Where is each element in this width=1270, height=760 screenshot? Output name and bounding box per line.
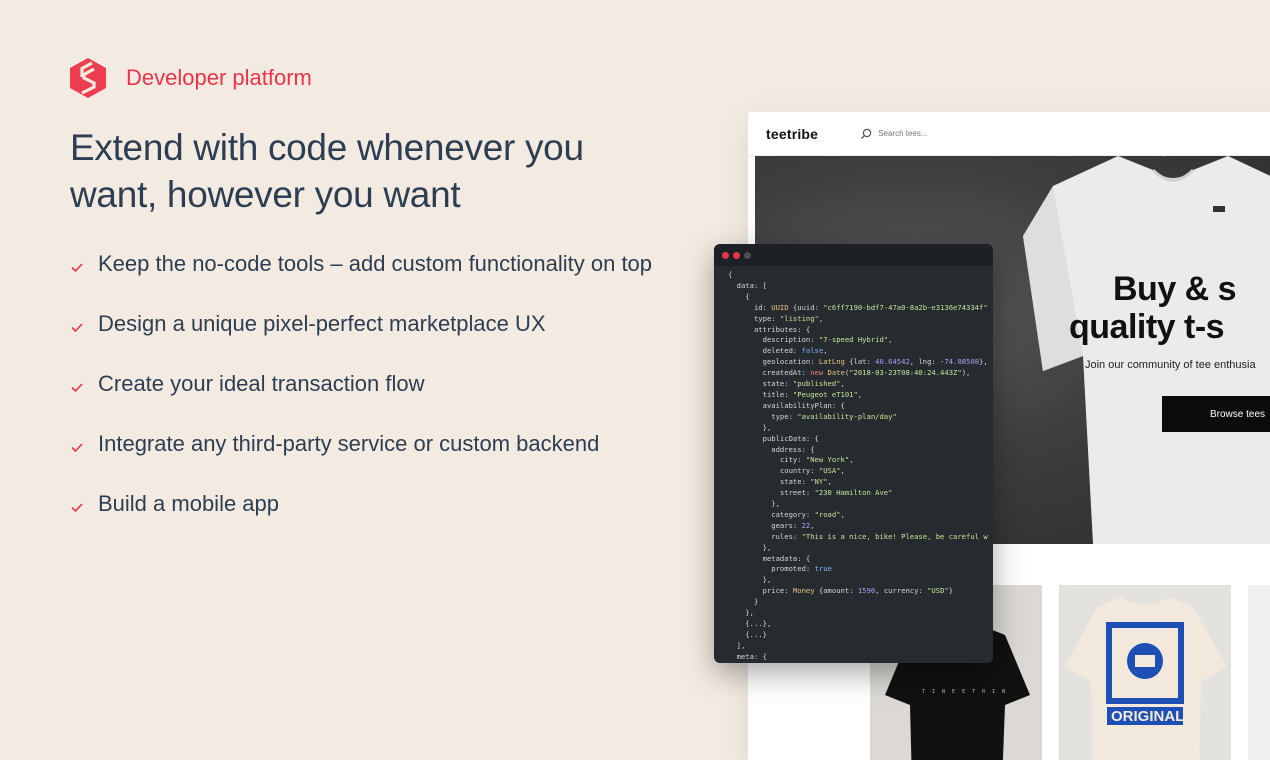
check-icon (71, 263, 83, 273)
hero-title-line: Buy & s (1113, 270, 1237, 308)
window-maximize-icon[interactable] (744, 251, 751, 259)
feature-text: Build a mobile app (98, 491, 280, 516)
tshirt-image (1023, 156, 1270, 544)
product-card[interactable] (1248, 585, 1270, 760)
sharetribe-logo-icon (70, 58, 106, 98)
check-icon (71, 443, 83, 453)
code-line: availabilityPlan: { (762, 400, 845, 410)
hero-subtitle: Join our community of tee enthusia (1085, 359, 1256, 371)
feature-text: Keep the no-code tools – add custom func… (98, 251, 653, 276)
feature-text: Design a unique pixel-perfect marketplac… (98, 311, 546, 336)
code-line: createdAt: new Date("2018-03-23T08:40:24… (762, 368, 971, 378)
code-line: type: "listing", (753, 313, 824, 323)
feature-item: Build a mobile app (70, 486, 660, 522)
code-line: metadata: { (762, 553, 811, 563)
feature-item: Create your ideal transaction flow (70, 366, 660, 402)
code-line: meta: { (736, 651, 767, 661)
code-line: ], (728, 640, 746, 650)
code-line: }, (728, 422, 772, 432)
code-line: { (728, 291, 750, 301)
code-line: }, (728, 499, 780, 509)
code-editor: { data: [ { id: UUID {uuid: "c6ff7190-bd… (714, 244, 993, 663)
code-line: category: "road", (771, 509, 845, 519)
code-line: } (728, 597, 759, 607)
search-input[interactable] (878, 129, 999, 138)
feature-item: Design a unique pixel-perfect marketplac… (70, 306, 660, 342)
hero-title: Buy & s quality t-s (1069, 270, 1237, 346)
svg-text:T I N E E T R I N: T I N E E T R I N (922, 689, 1007, 695)
brand: Developer platform (70, 58, 312, 98)
hero-title-line: quality t-s (1069, 308, 1225, 346)
store-header: teetribe (748, 112, 1270, 156)
code-line: geolocation: LatLng {lat: 40.64542, lng:… (762, 357, 988, 367)
original-badge-text: ORIGINAL (1111, 708, 1184, 725)
editor-titlebar (714, 244, 993, 266)
code-line: publicData: { (762, 433, 819, 443)
window-minimize-icon[interactable] (733, 251, 740, 259)
code-line: city: "New York", (779, 455, 854, 465)
code-block: { data: [ { id: UUID {uuid: "c6ff7190-bd… (714, 266, 993, 663)
code-line: }, (728, 542, 772, 552)
original-tshirt-image: ORIGINAL (1065, 597, 1227, 760)
code-line: data: [ (736, 280, 767, 290)
code-line: id: UUID {uuid: "c6ff7190-bdf7-47a0-8a2b… (753, 302, 988, 312)
code-line: { (728, 270, 733, 279)
code-line: state: "published", (762, 379, 845, 389)
product-card[interactable]: ORIGINAL (1059, 585, 1231, 760)
code-line: promoted: true (771, 564, 832, 574)
check-icon (71, 503, 83, 513)
feature-item: Keep the no-code tools – add custom func… (70, 246, 660, 282)
store-search (860, 128, 999, 140)
code-line: attributes: { (753, 324, 811, 334)
code-line: address: { (771, 444, 815, 454)
feature-item: Integrate any third-party service or cus… (70, 426, 660, 462)
feature-text: Create your ideal transaction flow (98, 371, 425, 396)
feature-list: Keep the no-code tools – add custom func… (70, 246, 660, 546)
code-line: }, (728, 575, 772, 585)
code-line: street: "230 Hamilton Ave" (779, 488, 893, 498)
code-line: }, (728, 608, 754, 618)
code-line: country: "USA", (779, 466, 845, 476)
code-line: {...}, (728, 619, 772, 628)
code-line: rules: "This is a nice, bike! Please, be… (771, 531, 988, 541)
code-line: title: "Peugeot eT101", (762, 389, 863, 399)
code-line: {...} (728, 629, 767, 639)
code-line: state: "NY", (779, 477, 832, 487)
page-headline: Extend with code whenever you want, howe… (70, 127, 584, 215)
code-line: gears: 22, (771, 520, 815, 530)
browse-tees-button[interactable]: Browse tees (1162, 396, 1270, 432)
code-line: type: "availability-plan/day" (771, 411, 897, 421)
brand-title: Developer platform (126, 65, 312, 90)
code-line: description: "7-speed Hybrid", (762, 335, 893, 345)
check-icon (71, 323, 83, 333)
window-close-icon[interactable] (722, 251, 729, 259)
code-line: price: Money {amount: 1590, currency: "U… (762, 586, 954, 596)
code-line: deleted: false, (762, 346, 828, 356)
store-logo[interactable]: teetribe (766, 126, 818, 142)
feature-text: Integrate any third-party service or cus… (98, 431, 600, 456)
check-icon (71, 383, 83, 393)
search-icon (861, 128, 872, 139)
